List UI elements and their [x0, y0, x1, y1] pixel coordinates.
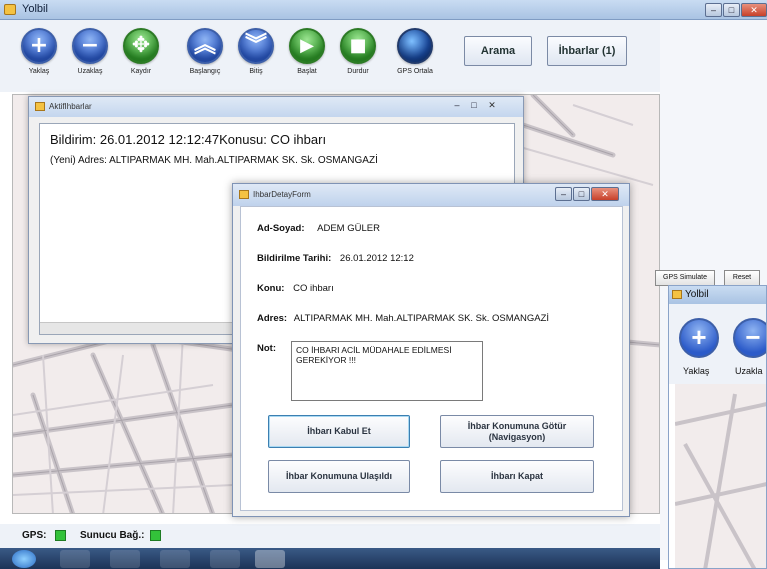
app-icon [239, 190, 249, 199]
taskbar-item-active[interactable] [255, 550, 285, 568]
status-bar: GPS: Sunucu Bağ.: [0, 524, 660, 548]
stop-button[interactable]: ■ Durdur [333, 28, 383, 75]
subject-value: CO ihbarı [293, 283, 334, 294]
zoom-out-icon[interactable]: − [733, 318, 766, 358]
report-detail-controls: – □ ✕ [555, 187, 619, 201]
start-point-button[interactable]: ︽ Başlangıç [180, 28, 230, 75]
zoom-in-label: Yaklaş [28, 68, 50, 75]
report-detail-title: IhbarDetayForm [253, 190, 311, 199]
minimize-button[interactable]: – [555, 187, 572, 201]
report-detail-dialog: IhbarDetayForm – □ ✕ Ad-Soyad: ADEM GÜLE… [232, 183, 630, 517]
report-address-text: (Yeni) Adres: ALTIPARMAK MH. Mah.ALTIPAR… [50, 155, 378, 166]
minimize-button[interactable]: – [705, 3, 722, 17]
date-label: Bildirilme Tarihi: [257, 253, 332, 264]
taskbar-item[interactable] [60, 550, 90, 568]
date-field: Bildirilme Tarihi: 26.01.2012 12:12 [257, 253, 414, 264]
app-icon [35, 102, 45, 111]
zoom-out-icon: − [72, 28, 108, 64]
pan-icon: ✥ [123, 28, 159, 64]
note-textbox[interactable]: CO İHBARI ACİL MÜDAHALE EDİLMESİ GEREKİY… [291, 341, 483, 401]
subject-label: Konu: [257, 283, 285, 294]
taskbar [0, 548, 660, 569]
gps-status-indicator [55, 530, 66, 541]
maximize-button[interactable]: □ [466, 99, 482, 113]
maximize-button[interactable]: □ [573, 187, 590, 201]
taskbar-item[interactable] [110, 550, 140, 568]
reports-button[interactable]: İhbarlar (1) [547, 36, 627, 66]
second-yolbil-window: Yolbil + − Yaklaş Uzakla [668, 285, 767, 569]
report-detail-title-bar: IhbarDetayForm – □ ✕ [233, 184, 629, 206]
gps-center-button[interactable]: GPS Ortala [390, 28, 440, 75]
app-icon [672, 290, 682, 299]
second-window-title: Yolbil [685, 289, 709, 300]
stop-label: Durdur [347, 68, 369, 75]
begin-label: Başlat [297, 68, 317, 75]
second-window-toolbar: + − Yaklaş Uzakla [669, 304, 766, 384]
maximize-button[interactable]: □ [723, 3, 740, 17]
name-label: Ad-Soyad: [257, 223, 305, 234]
globe-icon [397, 28, 433, 64]
reset-button[interactable]: Reset [724, 270, 760, 286]
server-status-indicator [150, 530, 161, 541]
active-reports-title-bar: AktifIhbarlar – □ ✕ [29, 97, 523, 117]
zoom-in-label: Yaklaş [683, 366, 710, 376]
end-point-button[interactable]: ︾ Bitiş [231, 28, 281, 75]
navigate-to-report-button[interactable]: İhbar Konumuna Götür (Navigasyon) [440, 415, 594, 448]
taskbar-item[interactable] [210, 550, 240, 568]
address-label: Adres: [257, 313, 288, 324]
name-value: ADEM GÜLER [317, 223, 380, 234]
note-field: Not: [257, 343, 276, 354]
zoom-in-icon[interactable]: + [679, 318, 719, 358]
address-field: Adres: ALTIPARMAK MH. Mah.ALTIPARMAK SK.… [257, 313, 549, 324]
close-button[interactable]: ✕ [591, 187, 619, 201]
search-button[interactable]: Arama [464, 36, 532, 66]
zoom-in-icon: + [21, 28, 57, 64]
start-point-label: Başlangıç [189, 68, 221, 75]
app-icon [4, 4, 16, 15]
pan-label: Kaydır [130, 68, 152, 75]
close-button[interactable]: ✕ [483, 99, 501, 113]
start-orb-icon[interactable] [12, 550, 36, 568]
end-point-label: Bitiş [249, 68, 263, 75]
zoom-out-label: Uzakla [735, 366, 763, 376]
zoom-in-button[interactable]: + Yaklaş [14, 28, 64, 75]
main-window-title: Yolbil [22, 3, 48, 15]
active-reports-title: AktifIhbarlar [49, 102, 92, 111]
date-value: 26.01.2012 12:12 [339, 253, 414, 264]
main-title-bar: Yolbil – □ ✕ [0, 0, 767, 20]
name-field: Ad-Soyad: ADEM GÜLER [257, 223, 380, 234]
stop-icon: ■ [340, 28, 376, 64]
taskbar-item[interactable] [160, 550, 190, 568]
gps-simulate-button[interactable]: GPS Simulate [655, 270, 715, 286]
arrived-at-report-button[interactable]: İhbar Konumuna Ulaşıldı [268, 460, 410, 493]
accept-report-button[interactable]: İhbarı Kabul Et [268, 415, 410, 448]
pan-button[interactable]: ✥ Kaydır [116, 28, 166, 75]
play-icon: ▶ [289, 28, 325, 64]
gps-status-label: GPS: [22, 530, 47, 541]
report-detail-form: Ad-Soyad: ADEM GÜLER Bildirilme Tarihi: … [240, 206, 623, 511]
address-value: ALTIPARMAK MH. Mah.ALTIPARMAK SK. Sk. OS… [293, 313, 550, 324]
subject-field: Konu: CO ihbarı [257, 283, 334, 294]
close-button[interactable]: ✕ [741, 3, 767, 17]
server-status-label: Sunucu Bağ.: [80, 530, 145, 541]
zoom-out-button[interactable]: − Uzaklaş [65, 28, 115, 75]
close-report-button[interactable]: İhbarı Kapat [440, 460, 594, 493]
zoom-out-label: Uzaklaş [77, 68, 103, 75]
minimize-button[interactable]: – [449, 99, 465, 113]
toolbar: + Yaklaş − Uzaklaş ✥ Kaydır ︽ Başlangıç … [0, 20, 660, 92]
second-window-title-bar: Yolbil [669, 286, 766, 304]
double-chevron-down-icon: ︾ [238, 28, 274, 64]
active-reports-controls: – □ ✕ [449, 99, 501, 113]
report-header-text: Bildirim: 26.01.2012 12:12:47Konusu: CO … [50, 132, 327, 147]
double-chevron-up-icon: ︽ [187, 28, 223, 64]
note-label: Not: [257, 343, 276, 354]
begin-button[interactable]: ▶ Başlat [282, 28, 332, 75]
gps-center-label: GPS Ortala [397, 68, 433, 75]
second-window-map[interactable] [674, 384, 766, 568]
map-streets [674, 393, 766, 568]
main-window-controls: – □ ✕ [705, 3, 767, 17]
